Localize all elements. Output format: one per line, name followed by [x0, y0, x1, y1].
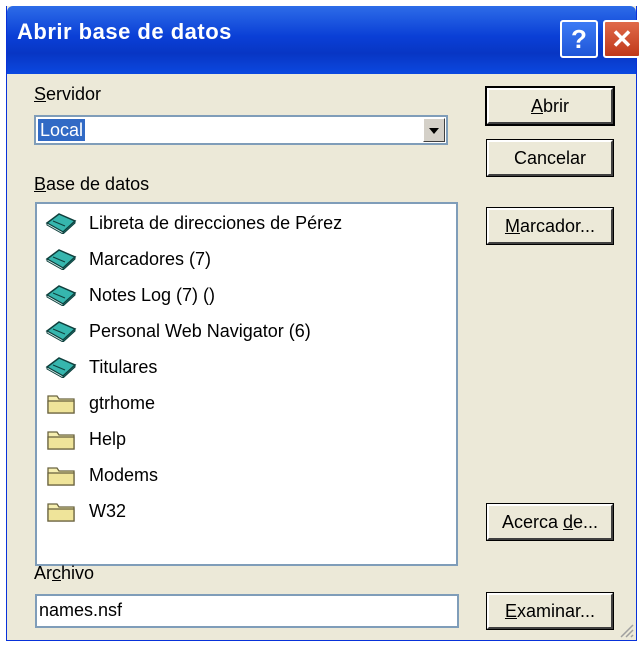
dropdown-button[interactable] [423, 118, 445, 142]
browse-button[interactable]: Examinar... [486, 592, 614, 630]
database-listbox[interactable]: Libreta de direcciones de Pérez Marcadore… [35, 202, 458, 566]
bookmark-label: arcador... [519, 216, 596, 236]
database-item-label: Marcadores (7) [89, 248, 212, 269]
open-button[interactable]: Abrir [485, 86, 615, 126]
database-item-label: Libreta de direcciones de Pérez [89, 212, 343, 233]
server-value: Local [38, 119, 86, 141]
open-database-dialog: Abrir base de datos ? ✕ Servidor Local B… [6, 6, 641, 641]
about-accesskey: d [563, 512, 574, 532]
database-item-label: W32 [89, 500, 127, 521]
server-label: Servidor [34, 84, 101, 105]
database-label-accesskey: B [34, 174, 47, 194]
folder-icon [43, 498, 79, 524]
folder-icon [43, 390, 79, 416]
database-label-text: ase de datos [46, 174, 150, 194]
open-label: brir [543, 96, 569, 116]
chevron-down-icon [429, 128, 439, 134]
bookmark-button[interactable]: Marcador... [486, 207, 614, 245]
cancel-button[interactable]: Cancelar [486, 139, 614, 177]
close-button[interactable]: ✕ [603, 20, 641, 58]
database-item-label: gtrhome [89, 392, 156, 413]
file-label-accesskey: c [52, 563, 61, 583]
about-button[interactable]: Acerca de... [486, 503, 614, 541]
dialog-title: Abrir base de datos [17, 19, 232, 44]
database-label: Base de datos [34, 174, 149, 195]
browse-accesskey: E [504, 601, 517, 621]
database-book-icon [43, 354, 79, 380]
help-button[interactable]: ? [560, 20, 598, 58]
database-list-item[interactable]: gtrhome [43, 388, 155, 418]
database-book-icon [43, 210, 79, 236]
database-item-label: Personal Web Navigator (6) [89, 320, 311, 341]
database-book-icon [43, 318, 79, 344]
database-item-label: Titulares [89, 356, 158, 377]
about-label-post: e... [573, 512, 599, 532]
file-label-post: hivo [61, 563, 95, 583]
database-list-item[interactable]: Marcadores (7) [43, 244, 211, 274]
database-list-item[interactable]: Notes Log (7) () [43, 280, 215, 310]
database-list-item[interactable]: Personal Web Navigator (6) [43, 316, 311, 346]
file-input[interactable]: names.nsf [35, 594, 459, 628]
database-list-item[interactable]: W32 [43, 496, 126, 526]
folder-icon [43, 462, 79, 488]
database-list-item[interactable]: Libreta de direcciones de Pérez [43, 208, 342, 238]
about-label-pre: Acerca [501, 512, 563, 532]
file-label-pre: Ar [34, 563, 52, 583]
database-book-icon [43, 246, 79, 272]
folder-icon [43, 426, 79, 452]
database-list-item[interactable]: Help [43, 424, 126, 454]
server-label-text: ervidor [46, 84, 102, 104]
bookmark-accesskey: M [504, 216, 520, 236]
database-item-label: Modems [89, 464, 159, 485]
database-item-label: Help [89, 428, 127, 449]
file-label: Archivo [34, 563, 94, 584]
server-combobox[interactable]: Local [34, 115, 448, 145]
database-list-item[interactable]: Modems [43, 460, 158, 490]
open-accesskey: A [530, 96, 543, 116]
database-item-label: Notes Log (7) () [89, 284, 216, 305]
server-label-accesskey: S [34, 84, 47, 104]
database-list-item[interactable]: Titulares [43, 352, 157, 382]
database-book-icon [43, 282, 79, 308]
title-bar[interactable]: Abrir base de datos ? ✕ [7, 6, 641, 74]
browse-label: xaminar... [516, 601, 596, 621]
resize-grip-icon[interactable] [616, 620, 634, 638]
